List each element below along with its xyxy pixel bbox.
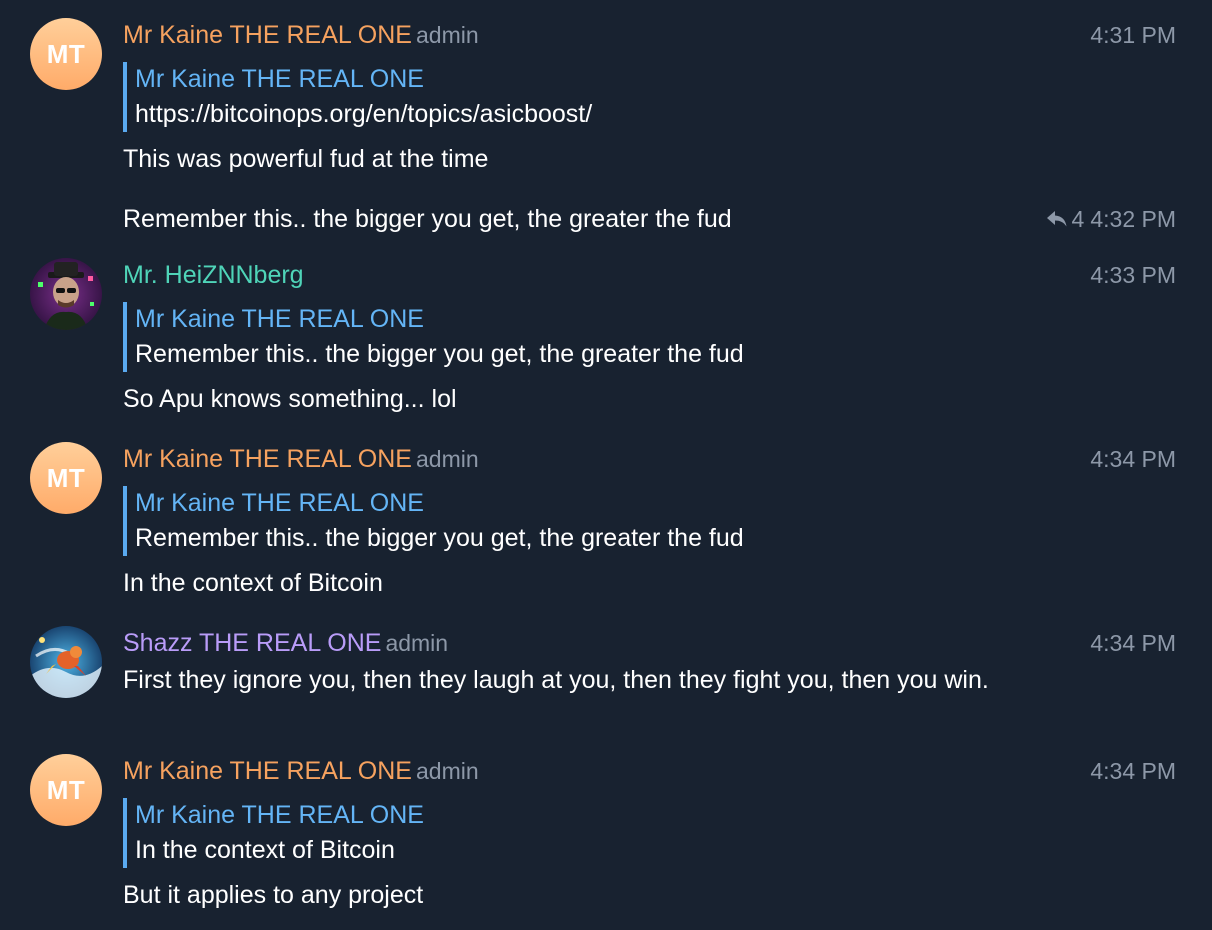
reply-quote-text: Remember this.. the bigger you get, the … (135, 340, 744, 368)
message-text: First they ignore you, then they laugh a… (123, 666, 989, 694)
reply-quote-text: Remember this.. the bigger you get, the … (135, 524, 744, 552)
message-text: Remember this.. the bigger you get, the … (123, 205, 732, 233)
reply-count[interactable]: 4 (1046, 204, 1085, 234)
avatar[interactable] (30, 258, 102, 330)
heisenberg-avatar-image (30, 258, 102, 330)
reply-count-value: 4 (1071, 206, 1085, 232)
message-time: 4:34 PM (1090, 630, 1176, 656)
admin-badge: admin (415, 758, 479, 784)
message-time: 4:34 PM (1090, 758, 1176, 784)
sender-name[interactable]: Mr. HeiZNNberg (123, 260, 304, 290)
admin-badge: admin (415, 446, 479, 472)
sender-name[interactable]: Mr Kaine THE REAL ONE admin (123, 756, 479, 786)
avatar[interactable]: MT (30, 442, 102, 514)
message-text: In the context of Bitcoin (123, 569, 383, 597)
reply-quote-text: In the context of Bitcoin (135, 836, 395, 864)
sender-name[interactable]: Mr Kaine THE REAL ONE admin (123, 20, 479, 50)
avatar-initials: MT (46, 462, 86, 493)
message-time: 4:31 PM (1090, 22, 1176, 48)
shazz-avatar-image (30, 626, 102, 698)
message-text: This was powerful fud at the time (123, 145, 489, 173)
sender-name-text: Mr Kaine THE REAL ONE (123, 757, 412, 785)
message-time: 4:32 PM (1090, 206, 1176, 232)
message-time: 4:34 PM (1090, 446, 1176, 472)
message-text: But it applies to any project (123, 881, 424, 909)
avatar[interactable]: MT (30, 18, 102, 90)
avatar[interactable]: MT (30, 754, 102, 826)
admin-badge: admin (385, 630, 449, 656)
avatar-initials: MT (46, 774, 86, 805)
message-meta: 4 4:32 PM (1046, 204, 1176, 234)
reply-quote-sender: Mr Kaine THE REAL ONE (135, 489, 424, 517)
reply-quote-link[interactable]: https://bitcoinops.org/en/topics/asicboo… (135, 96, 592, 132)
admin-badge: admin (415, 22, 479, 48)
avatar[interactable] (30, 626, 102, 698)
reply-quote-sender: Mr Kaine THE REAL ONE (135, 305, 424, 333)
sender-name-text: Mr Kaine THE REAL ONE (123, 21, 412, 49)
reply-arrow-icon (1046, 211, 1067, 227)
message-text: So Apu knows something... lol (123, 385, 457, 413)
sender-name-text: Shazz THE REAL ONE (123, 629, 382, 657)
avatar-initials: MT (46, 38, 86, 69)
reply-quote-sender: Mr Kaine THE REAL ONE (135, 801, 424, 829)
reply-quote[interactable]: Mr Kaine THE REAL ONE Remember this.. th… (123, 486, 744, 556)
sender-name[interactable]: Shazz THE REAL ONE admin (123, 628, 448, 658)
sender-name[interactable]: Mr Kaine THE REAL ONE admin (123, 444, 479, 474)
reply-quote[interactable]: Mr Kaine THE REAL ONE https://bitcoinops… (123, 62, 592, 132)
reply-quote[interactable]: Mr Kaine THE REAL ONE In the context of … (123, 798, 424, 868)
sender-name-text: Mr Kaine THE REAL ONE (123, 445, 412, 473)
reply-quote[interactable]: Mr Kaine THE REAL ONE Remember this.. th… (123, 302, 744, 372)
message-time: 4:33 PM (1090, 262, 1176, 288)
reply-quote-sender: Mr Kaine THE REAL ONE (135, 65, 424, 93)
